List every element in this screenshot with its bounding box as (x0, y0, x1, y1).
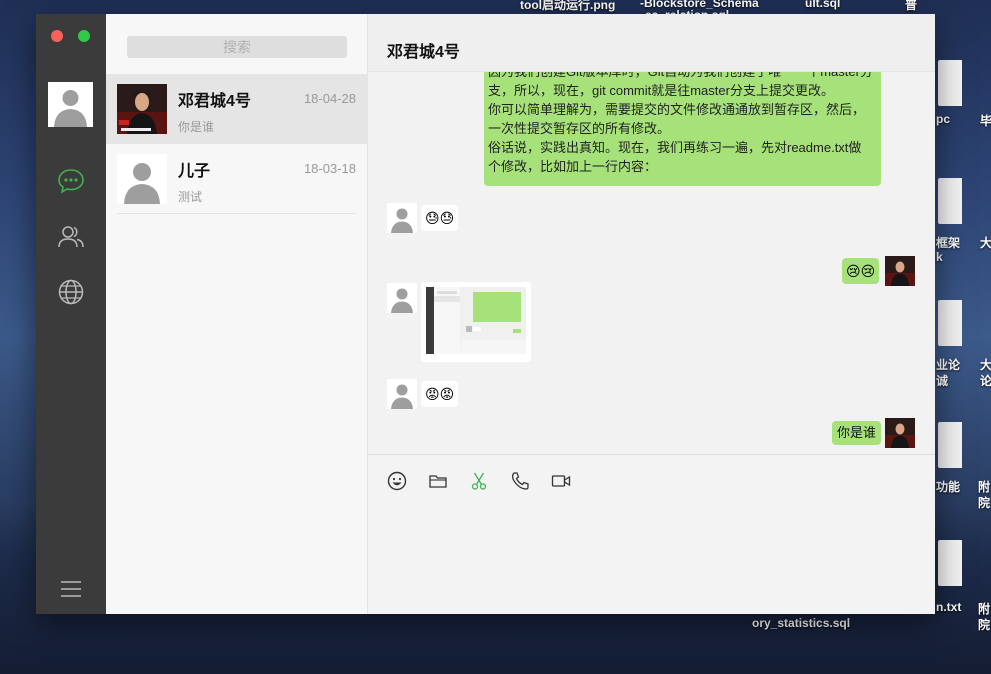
desktop-file-label[interactable]: 毕 (980, 112, 991, 129)
message-bubble-outgoing[interactable]: 你是谁 (832, 421, 882, 445)
desktop-file-label[interactable]: 附 (978, 478, 990, 495)
desktop-file-label[interactable]: 功能 (936, 478, 960, 495)
conversation-item[interactable]: 儿子 18-03-18 测试 (106, 144, 368, 214)
conversation-name: 邓君城4号 (178, 93, 251, 110)
chat-header: 邓君城4号 (368, 14, 935, 72)
desktop-file-label[interactable]: 普 (905, 0, 917, 13)
message-bubble-incoming[interactable]: 😡😡 (421, 381, 459, 407)
message-bubble-outgoing[interactable]: 因为我们创建Git版本库时，Git自动为我们创建了唯一一个master分 支，所… (484, 72, 881, 186)
search-input[interactable]: 搜索 (127, 36, 347, 58)
my-avatar[interactable] (48, 82, 93, 127)
my-avatar[interactable] (885, 256, 915, 286)
desktop-file-label[interactable]: 业论 (936, 356, 960, 373)
desktop-file-label[interactable]: ult.sql (805, 0, 840, 10)
desktop-file-label[interactable]: pc (936, 112, 950, 126)
contacts-icon[interactable] (56, 222, 86, 252)
contact-avatar[interactable] (387, 203, 417, 233)
image-message[interactable] (421, 282, 531, 362)
screenshot-thumbnail-icon (426, 287, 526, 354)
person-icon (48, 82, 93, 127)
my-avatar[interactable] (885, 418, 915, 448)
desktop-file-icon[interactable] (938, 60, 962, 106)
contact-avatar (117, 84, 167, 134)
desktop-file-icon[interactable] (938, 540, 962, 586)
contact-avatar (117, 154, 167, 204)
conversation-name: 儿子 (178, 163, 211, 180)
desktop-file-label[interactable]: n.txt (936, 600, 961, 614)
message-bubble-outgoing[interactable]: 😢😢 (842, 258, 880, 284)
divider (117, 213, 356, 214)
desktop-file-label[interactable]: 框架 (936, 234, 960, 251)
conversation-date: 18-04-28 (303, 91, 356, 106)
globe-icon[interactable] (56, 277, 86, 307)
chat-title: 邓君城4号 (387, 44, 460, 61)
chat-panel: 邓君城4号 因为我们创建Git版本库时，Git自动为我们创建了唯一一个maste… (368, 14, 935, 614)
contact-avatar[interactable] (387, 379, 417, 409)
desktop-file-icon[interactable] (938, 300, 962, 346)
desktop-file-icon[interactable] (938, 178, 962, 224)
desktop-file-label[interactable]: ory_statistics.sql (752, 616, 850, 630)
desktop-file-icon[interactable] (938, 422, 962, 468)
scissors-icon[interactable] (468, 470, 490, 492)
sidebar-rail (36, 14, 106, 614)
message-input[interactable] (370, 501, 933, 613)
message-line: 一次性提交暂存区的所有修改。 (488, 121, 671, 136)
conversation-date: 18-03-18 (303, 161, 356, 176)
chat-icon[interactable] (56, 166, 86, 196)
desktop-file-label[interactable]: 院 (978, 616, 990, 633)
video-icon[interactable] (550, 470, 572, 492)
message-list[interactable]: 因为我们创建Git版本库时，Git自动为我们创建了唯一一个master分 支，所… (368, 72, 935, 454)
conversation-preview: 测试 (178, 190, 203, 204)
desktop-file-label[interactable]: 大 (980, 234, 991, 251)
desktop-file-label[interactable]: tool启动运行.png (520, 0, 615, 13)
close-window-button[interactable] (51, 30, 63, 42)
wechat-window: 搜索 邓君城4号 18-04-28 你是谁 儿子 18-03-18 测试 邓君城… (36, 14, 935, 614)
desktop-file-label[interactable]: 院 (978, 494, 990, 511)
desktop-file-label[interactable]: k (936, 250, 943, 264)
message-line: 你可以简单理解为，需要提交的文件修改通通放到暂存区，然后， (488, 102, 866, 117)
menu-icon[interactable] (56, 574, 86, 604)
message-line: 俗话说，实践出真知。现在，我们再练习一遍，先对readme.txt做 (488, 140, 862, 155)
message-line: 因为我们创建Git版本库时，Git自动为我们创建了唯一一个master分 (488, 72, 877, 81)
conversation-item[interactable]: 邓君城4号 18-04-28 你是谁 (106, 74, 368, 144)
desktop-file-label[interactable]: 附 (978, 600, 990, 617)
message-composer (368, 454, 935, 614)
message-line: 支，所以，现在，git commit就是往master分支上提交更改。 (488, 83, 834, 98)
desktop-file-label[interactable]: 诚 (936, 372, 948, 389)
phone-icon[interactable] (509, 470, 531, 492)
message-bubble-incoming[interactable]: 😓😓 (421, 205, 459, 231)
emoji-icon[interactable] (386, 470, 408, 492)
message-line: 个修改，比如加上一行内容： (488, 159, 658, 174)
contact-avatar[interactable] (387, 283, 417, 313)
conversation-preview: 你是谁 (178, 120, 215, 134)
desktop-file-label[interactable]: 论 (980, 372, 991, 389)
folder-icon[interactable] (427, 470, 449, 492)
conversation-list: 搜索 邓君城4号 18-04-28 你是谁 儿子 18-03-18 测试 (106, 14, 368, 614)
desktop-file-label[interactable]: 大 (980, 356, 991, 373)
zoom-window-button[interactable] (78, 30, 90, 42)
